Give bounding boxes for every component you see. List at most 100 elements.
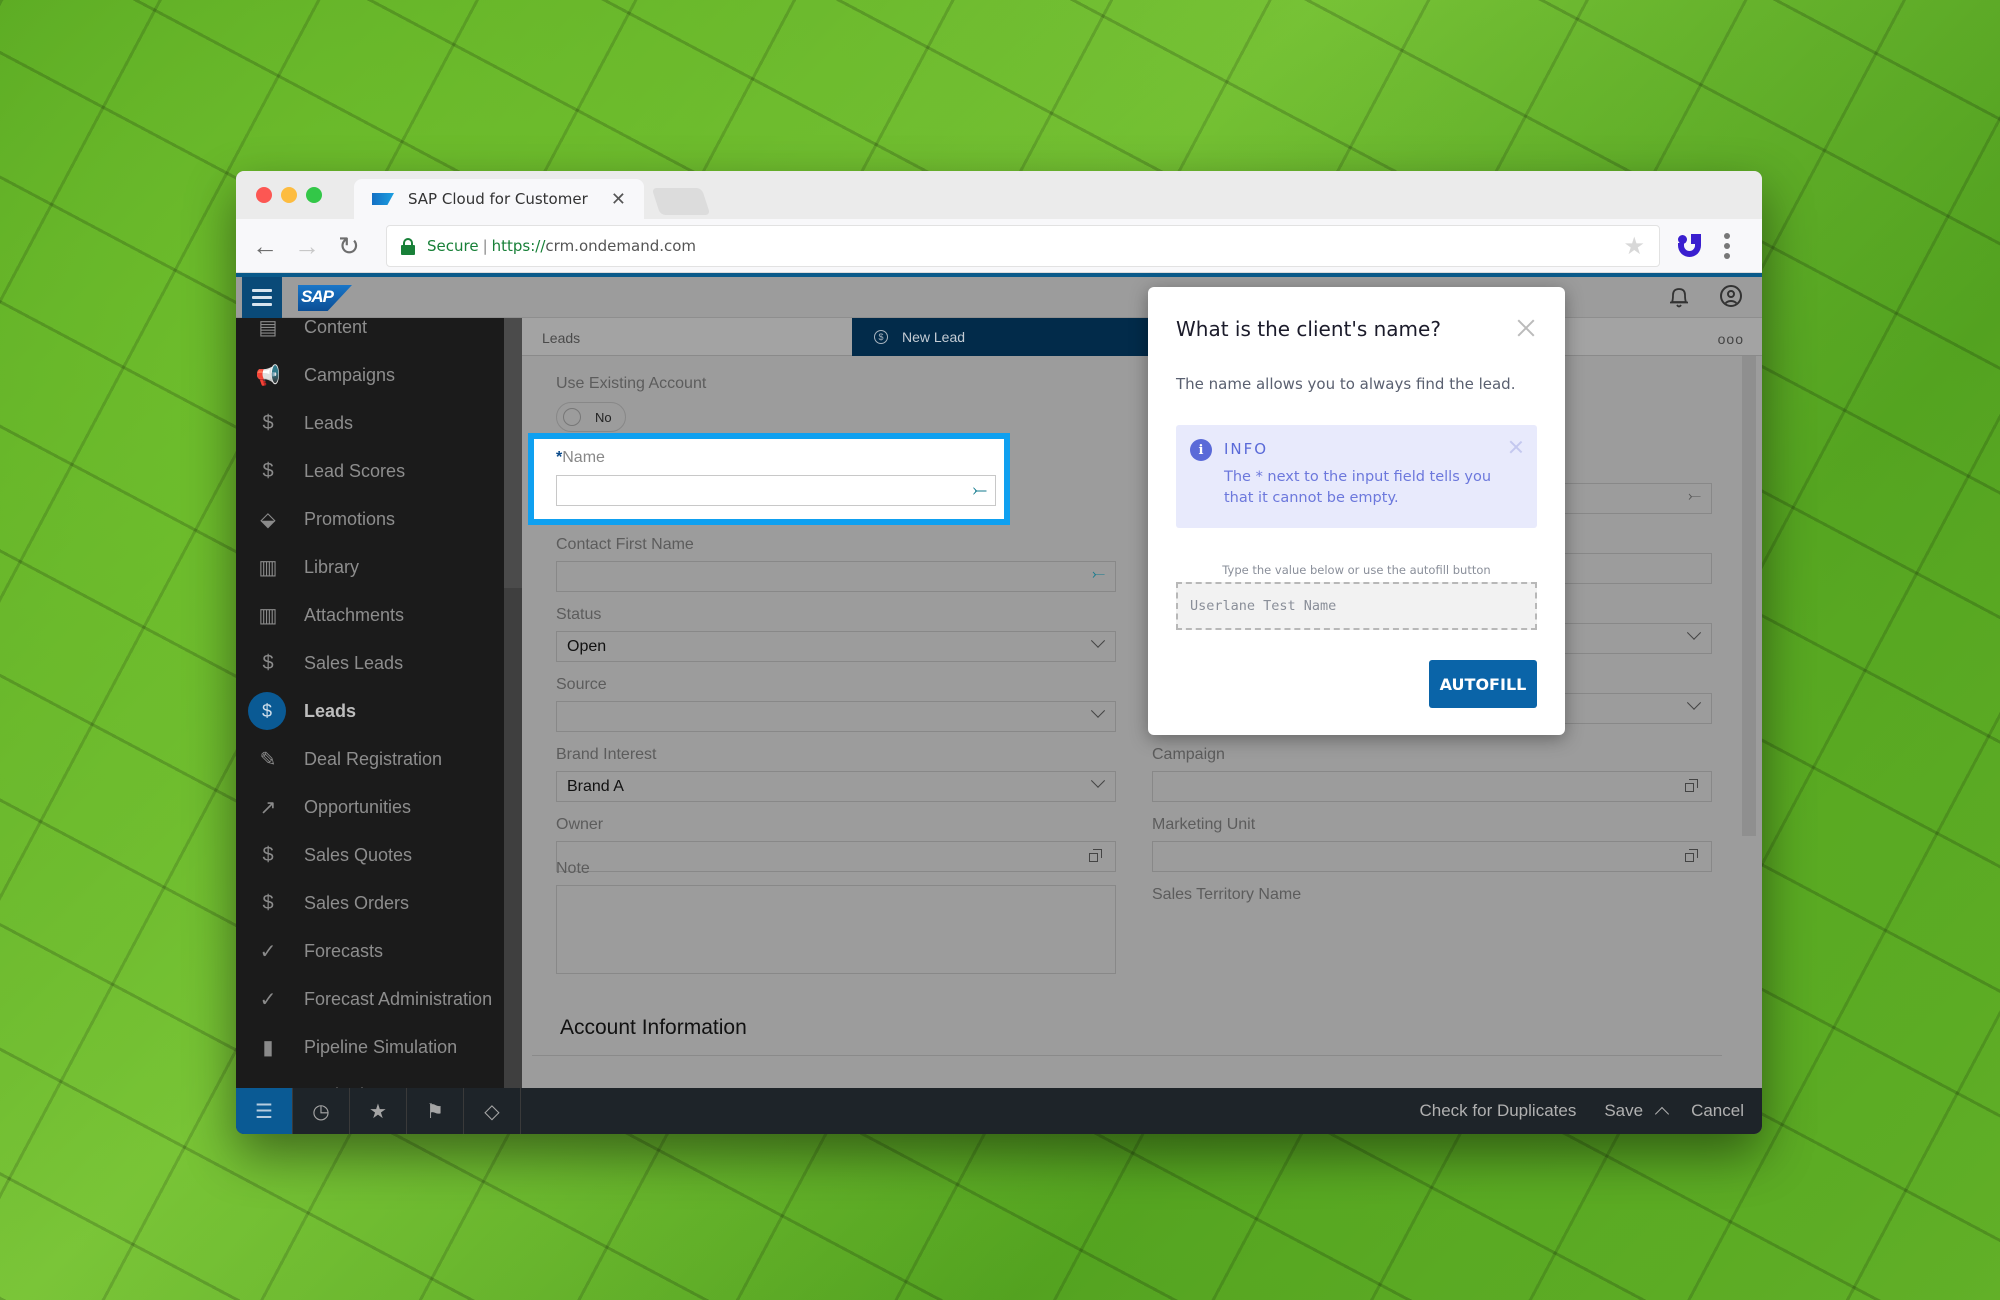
footer-action-bar: Check for Duplicates Save Cancel (522, 1088, 1762, 1134)
chevron-down-icon (1686, 695, 1702, 710)
star-icon[interactable]: ★ (350, 1088, 407, 1134)
signature-icon: ✎ (259, 748, 277, 771)
forecast-icon: ✓ (259, 940, 277, 963)
tag-icon[interactable]: ◇ (464, 1088, 521, 1134)
brand-interest-select[interactable]: Brand A (556, 771, 1116, 802)
branch-icon[interactable]: ⤚ (1092, 566, 1105, 584)
close-icon[interactable] (1515, 317, 1537, 339)
sidebar-item-label: Campaigns (304, 364, 396, 385)
url-input[interactable]: Secure | https:// crm.ondemand.com ★ (386, 225, 1660, 267)
source-select[interactable] (556, 701, 1116, 732)
tab-new-lead-label: New Lead (902, 329, 966, 345)
sidebar-item-label: Forecast Administration (304, 988, 493, 1009)
sidebar-item-deal-registration[interactable]: ✎ Deal Registration (236, 736, 504, 782)
suggested-value-field[interactable]: Userlane Test Name (1176, 582, 1537, 630)
chevron-down-icon (1686, 625, 1702, 640)
browser-tab-bar: SAP Cloud for Customer ✕ (236, 171, 1762, 219)
sidebar-scroll-thumb[interactable] (504, 318, 522, 588)
price-tag-icon: ⬙ (260, 508, 276, 531)
sidebar-item-opportunities[interactable]: ↗ Opportunities (236, 784, 504, 830)
sap-logo: SAP (298, 285, 352, 311)
quote-icon: $ (262, 843, 274, 866)
branch-icon[interactable]: ⤚ (1688, 488, 1701, 506)
new-tab-button[interactable] (651, 188, 711, 215)
bookmark-star-icon[interactable]: ★ (1623, 232, 1645, 260)
url-host: crm.ondemand.com (545, 237, 697, 255)
content-scrollbar[interactable] (1742, 356, 1756, 836)
bell-icon[interactable] (1668, 285, 1690, 309)
maximize-window-button[interactable] (306, 187, 322, 203)
sidebar-item-promotions[interactable]: ⬙ Promotions (236, 496, 504, 542)
sales-territory-name-label: Sales Territory Name (1152, 886, 1302, 903)
tab-new-lead[interactable]: $ New Lead (852, 318, 1148, 356)
save-button[interactable]: Save (1604, 1101, 1643, 1121)
hamburger-menu-icon[interactable] (242, 277, 282, 318)
sidebar-item-sales-orders[interactable]: $ Sales Orders (236, 880, 504, 926)
forward-arrow-icon[interactable]: → (294, 231, 320, 262)
sidebar-item-lead-scores[interactable]: $ Lead Scores (236, 448, 504, 494)
sidebar-item-label: Sales Quotes (304, 844, 413, 865)
list-icon[interactable]: ☰ (236, 1088, 293, 1134)
attachment-icon: ▥ (258, 604, 278, 627)
chevron-down-icon (1090, 703, 1106, 718)
sidebar-item-forecast-administration[interactable]: ✓ Forecast Administration (236, 976, 504, 1022)
sidebar-item-label: Promotions (304, 508, 396, 529)
clock-icon[interactable]: ◷ (293, 1088, 350, 1134)
tab-leads[interactable]: Leads (542, 330, 580, 346)
close-tab-icon[interactable]: ✕ (611, 189, 626, 210)
userlane-extension-icon[interactable] (1676, 231, 1704, 261)
sidebar-item-campaigns[interactable]: 📢 Campaigns (236, 352, 504, 398)
campaign-input[interactable] (1152, 771, 1712, 802)
use-existing-account-label: Use Existing Account (556, 375, 707, 392)
dollar-circle-icon: $ (262, 651, 274, 674)
info-close-icon[interactable] (1509, 439, 1523, 453)
back-arrow-icon[interactable]: ← (252, 231, 278, 262)
check-duplicates-button[interactable]: Check for Duplicates (1419, 1101, 1576, 1121)
marketing-unit-input[interactable] (1152, 841, 1712, 872)
browser-tab[interactable]: SAP Cloud for Customer ✕ (354, 179, 644, 219)
reload-icon[interactable]: ↻ (338, 231, 360, 262)
chevron-down-icon (1090, 633, 1106, 648)
sidebar-item-forecasts[interactable]: ✓ Forecasts (236, 928, 504, 974)
value-help-icon[interactable] (1089, 849, 1103, 863)
sidebar-item-label: Opportunities (304, 796, 412, 817)
status-select[interactable]: Open (556, 631, 1116, 662)
megaphone-icon: 📢 (255, 364, 281, 387)
sidebar-item-leads[interactable]: $ Leads (236, 400, 504, 446)
sidebar-item-sales-leads[interactable]: $ Sales Leads (236, 640, 504, 686)
forecast-icon: ✓ (259, 988, 277, 1011)
sidebar-item-label: Pipeline Simulation (304, 1036, 458, 1057)
use-existing-account-toggle[interactable]: No (556, 402, 626, 432)
user-avatar-icon[interactable] (1720, 285, 1742, 307)
name-input[interactable]: ⤚ (556, 475, 996, 506)
autofill-button[interactable]: AUTOFILL (1429, 660, 1537, 708)
sidebar-item-territories[interactable]: ⌾Territories (236, 1072, 504, 1089)
flag-icon[interactable]: ⚑ (407, 1088, 464, 1134)
close-window-button[interactable] (256, 187, 272, 203)
sidebar-item-leads[interactable]: $ Leads (236, 688, 504, 734)
browser-menu-icon[interactable] (1724, 233, 1730, 263)
owner-input[interactable] (556, 841, 1116, 872)
save-options-caret-icon[interactable] (1655, 1106, 1670, 1122)
sidebar-item-pipeline-simulation[interactable]: ▮ Pipeline Simulation (236, 1024, 504, 1070)
lead-icon: $ (874, 330, 888, 344)
sidebar-item-label: Content (304, 318, 368, 337)
owner-label: Owner (556, 816, 604, 833)
minimize-window-button[interactable] (281, 187, 297, 203)
value-help-icon[interactable] (1685, 779, 1699, 793)
info-icon: i (1190, 439, 1212, 461)
note-textarea[interactable] (556, 885, 1116, 974)
sales-order-icon: $ (262, 891, 274, 914)
sidebar-item-library[interactable]: ▥ Library (236, 544, 504, 590)
cancel-button[interactable]: Cancel (1691, 1101, 1744, 1121)
sidebar-item-sales-quotes[interactable]: $ Sales Quotes (236, 832, 504, 878)
sidebar-item-content[interactable]: ▤ Content (236, 318, 504, 350)
overflow-menu-icon[interactable]: ooo (1718, 331, 1744, 347)
branch-icon[interactable]: ⤚ (973, 480, 987, 501)
sidebar-item-attachments[interactable]: ▥ Attachments (236, 592, 504, 638)
status-value: Open (567, 637, 607, 655)
sidebar-scrollbar[interactable] (504, 318, 522, 1088)
browser-tab-title: SAP Cloud for Customer (408, 190, 588, 208)
value-help-icon[interactable] (1685, 849, 1699, 863)
contact-first-name-input[interactable]: ⤚ (556, 561, 1116, 592)
